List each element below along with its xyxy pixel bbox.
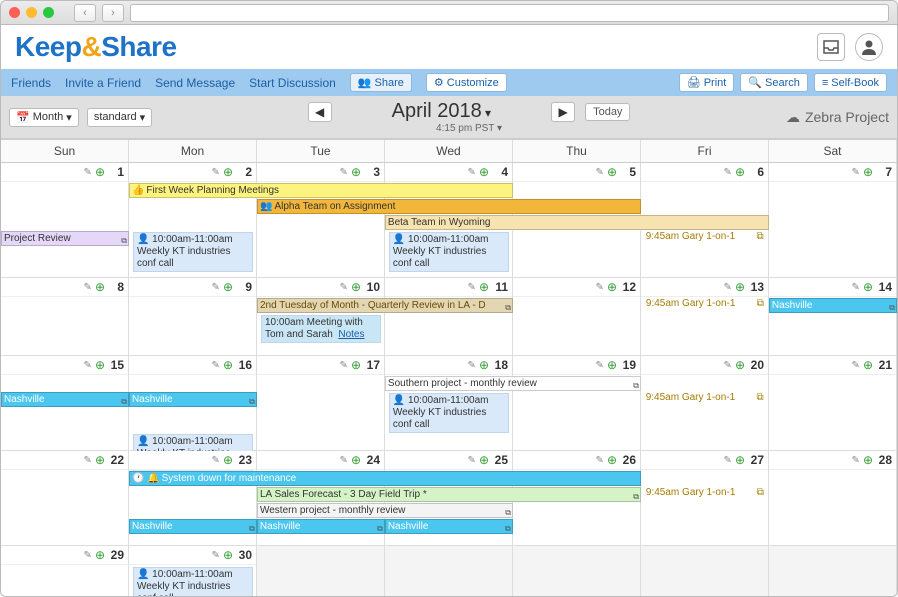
event-beta[interactable]: Beta Team in Wyoming [385, 215, 769, 230]
customize-button[interactable]: ⚙ Customize [426, 73, 507, 92]
traffic-light-min[interactable] [26, 7, 37, 18]
today-button[interactable]: Today [585, 103, 630, 121]
prev-month-button[interactable]: ◀ [308, 102, 332, 122]
month-title[interactable]: April 2018 ▾ [392, 100, 491, 123]
view-month-dropdown[interactable]: 📅 Month ▾ [9, 108, 79, 127]
add-icon[interactable]: ⊕ [95, 165, 105, 179]
day-cell-empty [641, 546, 769, 596]
day-cell[interactable]: ✎⊕21 [769, 356, 897, 450]
dayhead-tue: Tue [257, 140, 385, 162]
share-button[interactable]: 👥 Share [350, 73, 412, 92]
event-nashville[interactable]: Nashville⧉ [1, 392, 129, 407]
event-nashville[interactable]: Nashville⧉ [257, 519, 385, 534]
popup-icon[interactable]: ⧉ [121, 233, 127, 246]
address-bar[interactable] [130, 4, 889, 22]
traffic-light-close[interactable] [9, 7, 20, 18]
edit-icon[interactable]: ✎ [84, 167, 92, 178]
header: Keep&Share [1, 25, 897, 69]
avatar-icon[interactable] [855, 33, 883, 61]
add-icon[interactable]: ⊕ [223, 165, 233, 179]
event-project-review[interactable]: Project Review⧉ [1, 231, 129, 246]
edit-icon[interactable]: ✎ [852, 167, 860, 178]
day-cell[interactable]: ✎⊕2 [129, 163, 257, 277]
day-cell[interactable]: ✎⊕27 [641, 451, 769, 545]
day-cell[interactable]: ✎⊕18 [385, 356, 513, 450]
dayhead-sun: Sun [1, 140, 129, 162]
menu-bar: Friends Invite a Friend Send Message Sta… [1, 69, 897, 96]
day-cell[interactable]: ✎⊕14 [769, 278, 897, 355]
event-sys-down[interactable]: 🕐 🔔 System down for maintenance [129, 471, 641, 486]
day-cell[interactable]: ✎⊕3 [257, 163, 385, 277]
dayhead-sat: Sat [769, 140, 897, 162]
selfbook-button[interactable]: ≡ Self-Book [814, 73, 887, 92]
print-button[interactable]: 🖨 Print [679, 73, 735, 92]
day-cell[interactable]: ✎⊕10 [257, 278, 385, 355]
day-cell[interactable]: ✎⊕20 [641, 356, 769, 450]
day-cell[interactable]: ✎⊕13 [641, 278, 769, 355]
day-cell-empty [513, 546, 641, 596]
edit-icon[interactable]: ✎ [596, 167, 604, 178]
browser-window: ‹ › Keep&Share Friends Invite a Friend S… [0, 0, 898, 597]
day-cell[interactable]: ✎⊕12 [513, 278, 641, 355]
event-quarterly[interactable]: 2nd Tuesday of Month - Quarterly Review … [257, 298, 513, 313]
event-western[interactable]: Western project - monthly review⧉ [257, 503, 513, 518]
edit-icon[interactable]: ✎ [468, 167, 476, 178]
day-cell[interactable]: ✎⊕1 [1, 163, 129, 277]
traffic-light-max[interactable] [43, 7, 54, 18]
title-bar: ‹ › [1, 1, 897, 25]
nav-back-button[interactable]: ‹ [74, 4, 96, 22]
day-cell[interactable]: ✎⊕28 [769, 451, 897, 545]
edit-icon[interactable]: ✎ [724, 167, 732, 178]
day-cell[interactable]: ✎⊕11 [385, 278, 513, 355]
calendar-grid: Sun Mon Tue Wed Thu Fri Sat ✎⊕1 ✎⊕2 ✎⊕3 … [1, 139, 897, 596]
view-standard-dropdown[interactable]: standard ▾ [87, 108, 152, 127]
event-alpha[interactable]: 👥 Alpha Team on Assignment [257, 199, 641, 214]
day-cell[interactable]: ✎⊕29 [1, 546, 129, 596]
day-cell-empty [385, 546, 513, 596]
event-nashville[interactable]: Nashville⧉ [129, 519, 257, 534]
event-nashville[interactable]: Nashville⧉ [385, 519, 513, 534]
next-month-button[interactable]: ▶ [551, 102, 575, 122]
day-cell[interactable]: ✎⊕22 [1, 451, 129, 545]
day-cell[interactable]: ✎⊕9 [129, 278, 257, 355]
add-icon[interactable]: ⊕ [479, 165, 489, 179]
day-cell[interactable]: ✎⊕19 [513, 356, 641, 450]
event-southern[interactable]: Southern project - monthly review⧉ [385, 376, 641, 391]
event-la-sales[interactable]: LA Sales Forecast - 3 Day Field Trip *⧉ [257, 487, 641, 502]
inbox-icon[interactable] [817, 33, 845, 61]
add-icon[interactable]: ⊕ [863, 165, 873, 179]
day-cell[interactable]: ✎⊕7 [769, 163, 897, 277]
event-first-week[interactable]: 👍 First Week Planning Meetings [129, 183, 513, 198]
dayhead-mon: Mon [129, 140, 257, 162]
dayhead-wed: Wed [385, 140, 513, 162]
event-nashville[interactable]: Nashville⧉ [129, 392, 257, 407]
day-cell[interactable]: ✎⊕17 [257, 356, 385, 450]
add-icon[interactable]: ⊕ [735, 165, 745, 179]
dayhead-thu: Thu [513, 140, 641, 162]
menu-friends[interactable]: Friends [11, 76, 51, 90]
toolbar: 📅 Month ▾ standard ▾ ◀ April 2018 ▾ ▶ To… [1, 96, 897, 139]
day-cell[interactable]: ✎⊕8 [1, 278, 129, 355]
edit-icon[interactable]: ✎ [212, 167, 220, 178]
current-time-label: 4:15 pm PST ▾ [436, 123, 502, 134]
day-cell-empty [257, 546, 385, 596]
add-icon[interactable]: ⊕ [351, 165, 361, 179]
event-nashville[interactable]: Nashville⧉ [769, 298, 897, 313]
day-headers: Sun Mon Tue Wed Thu Fri Sat [1, 140, 897, 163]
edit-icon[interactable]: ✎ [340, 167, 348, 178]
logo: Keep&Share [15, 31, 177, 63]
menu-invite[interactable]: Invite a Friend [65, 76, 141, 90]
nav-forward-button[interactable]: › [102, 4, 124, 22]
day-cell[interactable]: ✎⊕30 [129, 546, 257, 596]
day-cell-empty [769, 546, 897, 596]
search-button[interactable]: 🔍 Search [740, 73, 808, 92]
dayhead-fri: Fri [641, 140, 769, 162]
menu-sendmsg[interactable]: Send Message [155, 76, 235, 90]
project-name[interactable]: ☁ Zebra Project [786, 109, 889, 126]
menu-startdisc[interactable]: Start Discussion [249, 76, 336, 90]
add-icon[interactable]: ⊕ [607, 165, 617, 179]
